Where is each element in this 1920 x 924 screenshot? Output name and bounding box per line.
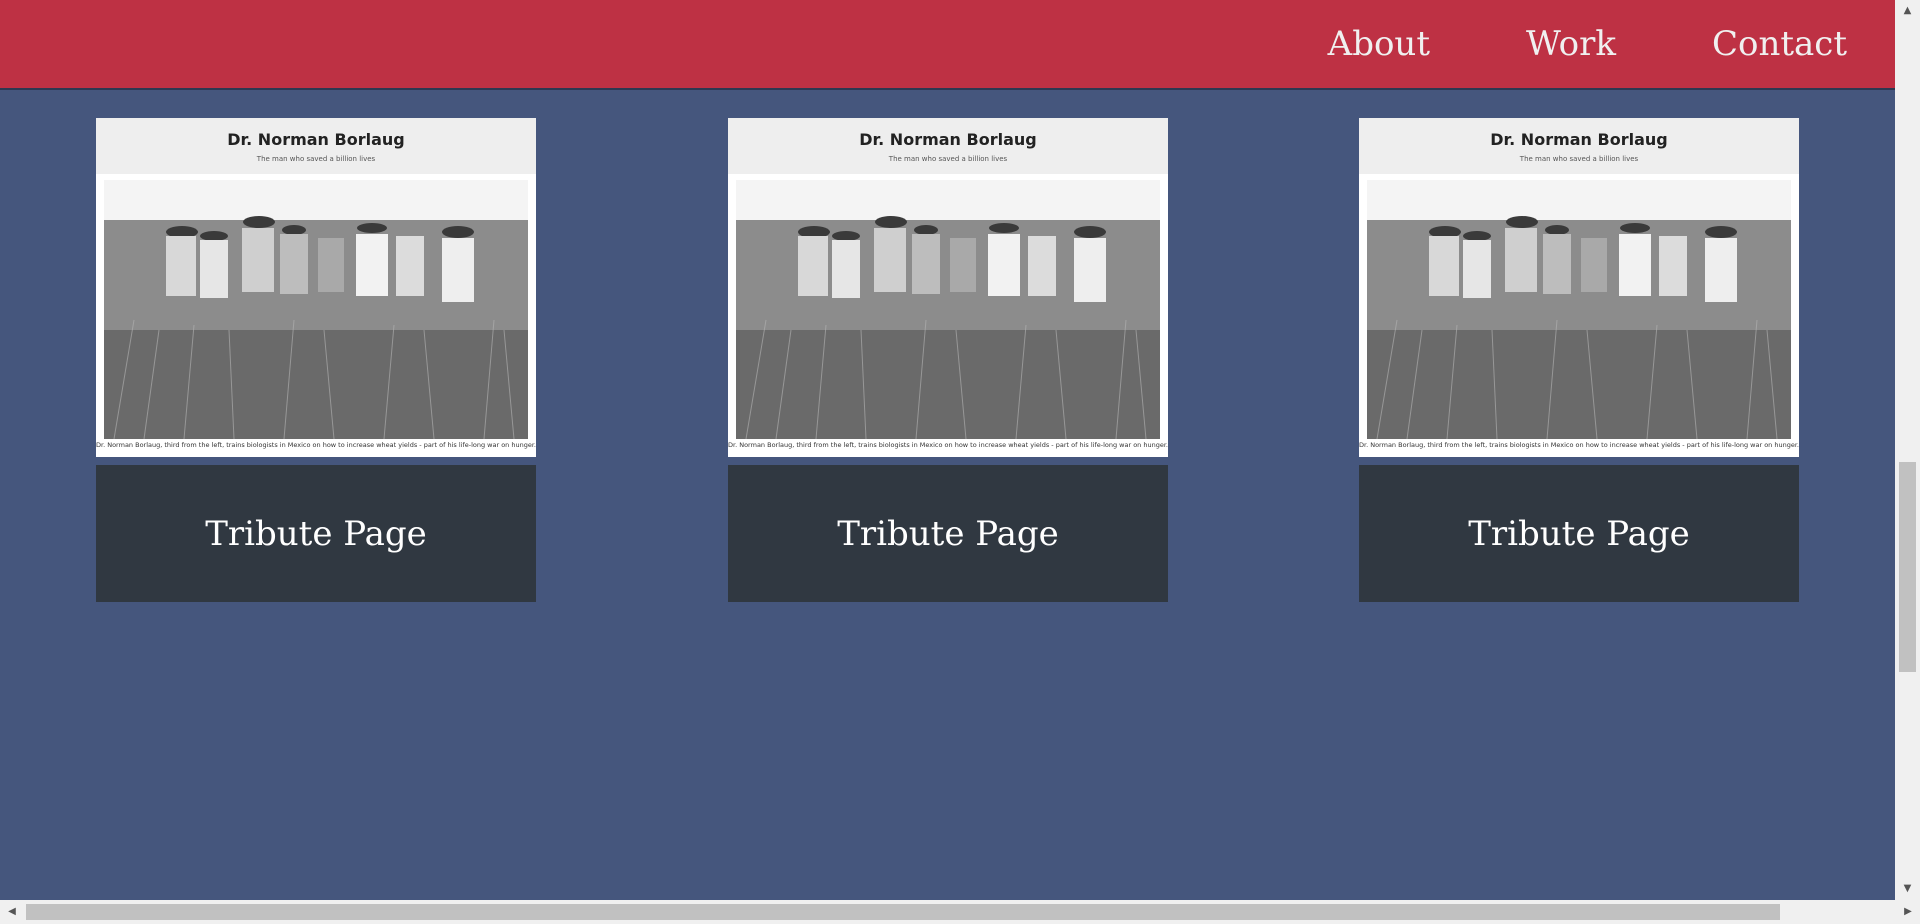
horizontal-scrollbar[interactable]: ◀ ▶	[0, 900, 1920, 924]
nav-link-contact[interactable]: Contact	[1712, 24, 1847, 64]
thumbnail-subtitle: The man who saved a billion lives	[1519, 155, 1639, 163]
people-in-field-illustration	[736, 180, 1160, 439]
wheat-field-photo	[104, 180, 528, 439]
thumbnail-subtitle: The man who saved a billion lives	[888, 155, 1008, 163]
project-tile[interactable]: Dr. Norman Borlaug The man who saved a b…	[96, 118, 536, 602]
thumbnail-title: Dr. Norman Borlaug	[227, 130, 405, 149]
chevron-up-icon[interactable]: ▲	[1895, 0, 1920, 22]
chevron-down-icon[interactable]: ▼	[1895, 878, 1920, 900]
navbar: About Work Contact	[0, 0, 1895, 88]
project-tile[interactable]: Dr. Norman Borlaug The man who saved a b…	[1359, 118, 1799, 602]
people-in-field-illustration	[104, 180, 528, 439]
thumbnail-title: Dr. Norman Borlaug	[1490, 130, 1668, 149]
project-title[interactable]: Tribute Page	[1359, 465, 1799, 602]
wheat-field-photo	[736, 180, 1160, 439]
thumbnail-header: Dr. Norman Borlaug The man who saved a b…	[96, 118, 536, 174]
horizontal-scrollbar-thumb[interactable]	[26, 904, 1780, 920]
chevron-right-icon[interactable]: ▶	[1896, 900, 1920, 924]
thumbnail-title: Dr. Norman Borlaug	[859, 130, 1037, 149]
thumbnail-caption: Dr. Norman Borlaug, third from the left,…	[96, 441, 536, 449]
thumbnail-header: Dr. Norman Borlaug The man who saved a b…	[1359, 118, 1799, 174]
thumbnail-caption: Dr. Norman Borlaug, third from the left,…	[1359, 441, 1799, 449]
thumbnail-caption: Dr. Norman Borlaug, third from the left,…	[728, 441, 1168, 449]
chevron-left-icon[interactable]: ◀	[0, 900, 24, 924]
project-title[interactable]: Tribute Page	[96, 465, 536, 602]
project-thumbnail[interactable]: Dr. Norman Borlaug The man who saved a b…	[1359, 118, 1799, 457]
wheat-field-photo	[1367, 180, 1791, 439]
project-thumbnail[interactable]: Dr. Norman Borlaug The man who saved a b…	[96, 118, 536, 457]
nav-link-work[interactable]: Work	[1526, 24, 1616, 64]
project-tile[interactable]: Dr. Norman Borlaug The man who saved a b…	[728, 118, 1168, 602]
vertical-scrollbar[interactable]: ▲ ▼	[1895, 0, 1920, 900]
project-title[interactable]: Tribute Page	[728, 465, 1168, 602]
thumbnail-header: Dr. Norman Borlaug The man who saved a b…	[728, 118, 1168, 174]
page-viewport: About Work Contact Dr. Norman Borlaug Th…	[0, 0, 1895, 900]
people-in-field-illustration	[1367, 180, 1791, 439]
nav-link-about[interactable]: About	[1328, 24, 1430, 64]
vertical-scrollbar-thumb[interactable]	[1899, 462, 1916, 672]
thumbnail-subtitle: The man who saved a billion lives	[256, 155, 376, 163]
project-thumbnail[interactable]: Dr. Norman Borlaug The man who saved a b…	[728, 118, 1168, 457]
